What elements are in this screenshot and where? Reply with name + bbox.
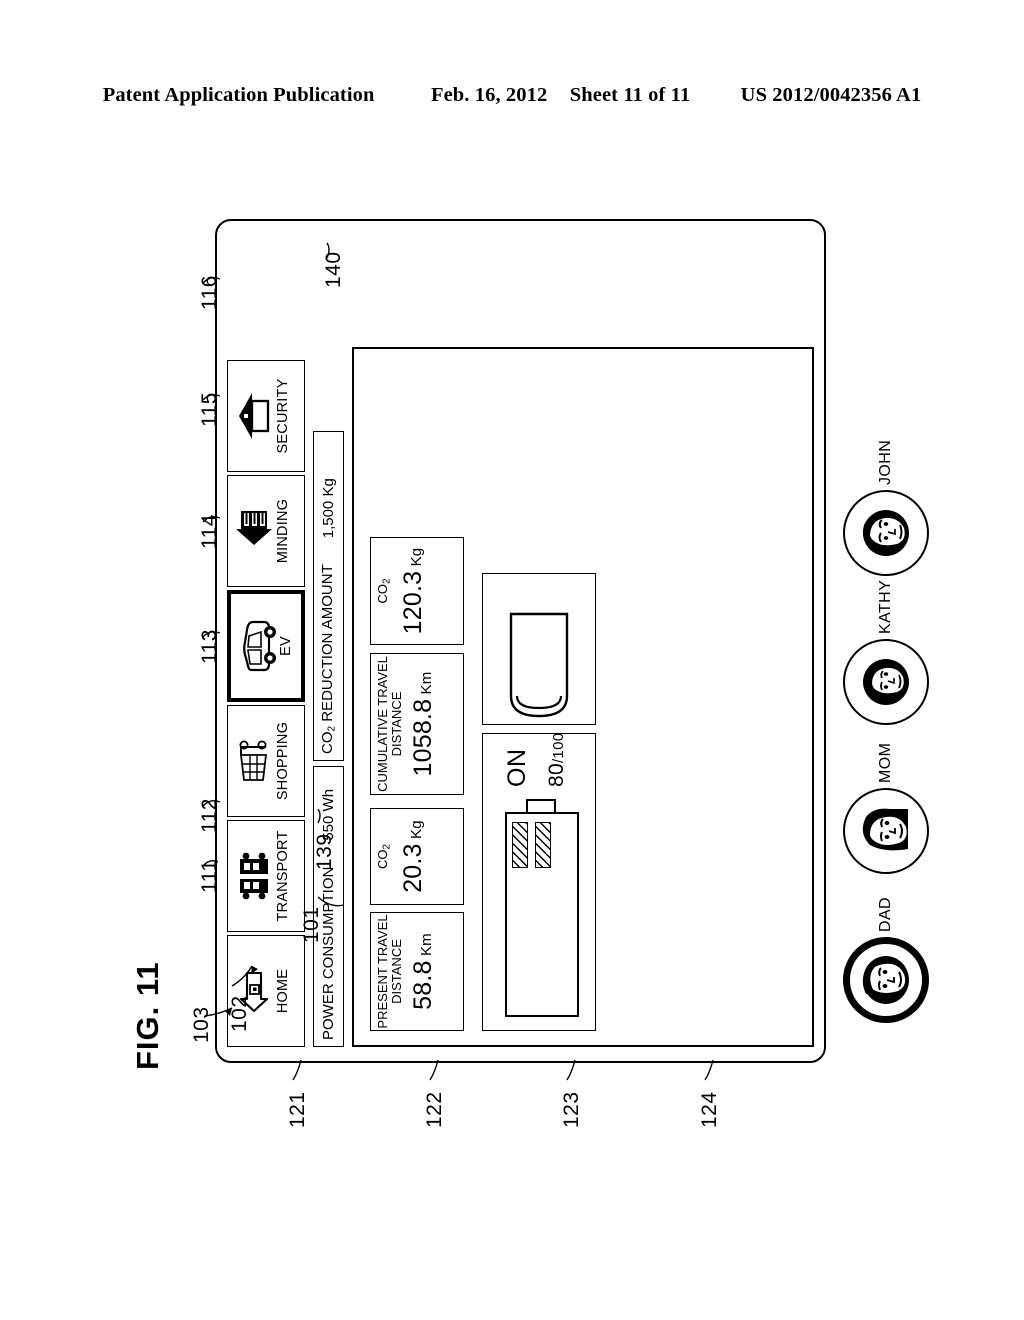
ref-115: 115	[198, 392, 221, 427]
present-travel-distance-box: PRESENT TRAVEL DISTANCE 58.8 Km	[370, 912, 464, 1031]
co2-reduction-label: CO2 REDUCTION AMOUNT	[319, 564, 338, 754]
ref-140: 140	[322, 251, 345, 288]
main-screen: PRESENT TRAVEL DISTANCE 58.8 Km CO2 20.3…	[352, 347, 814, 1047]
car-icon	[231, 594, 279, 698]
avatar[interactable]	[843, 788, 929, 874]
box-title: CO2	[375, 843, 393, 870]
cumulative-travel-distance-box: CUMULATIVE TRAVEL DISTANCE 1058.8 Km	[370, 653, 464, 795]
avatar-cell-kathy[interactable]: KATHY	[833, 576, 939, 725]
avatar[interactable]	[843, 490, 929, 576]
ref-111: 111	[198, 859, 221, 893]
box-title: CO2	[375, 578, 393, 604]
icon-label: TRANSPORT	[275, 830, 291, 922]
publication-type: Patent Application Publication	[102, 84, 375, 106]
ref-116: 116	[198, 275, 221, 310]
avatar[interactable]	[843, 937, 929, 1023]
avatar-label: KATHY	[877, 579, 894, 634]
avatar-cell-dad[interactable]: DAD	[833, 874, 939, 1023]
ref-113: 113	[198, 629, 221, 664]
icon-tile-transport[interactable]: TRANSPORT	[227, 820, 305, 932]
ref-103: 103	[190, 1006, 213, 1043]
icon-label: SHOPPING	[275, 721, 291, 801]
ref-102: 102	[228, 995, 251, 1032]
icon-label: MINDING	[275, 498, 291, 564]
publication-date: Feb. 16, 2012	[430, 84, 548, 106]
box-value: 120.3 Kg	[399, 547, 427, 635]
icon-tile-security[interactable]: SECURITY	[227, 360, 305, 472]
vehicle-outline-icon	[509, 612, 569, 718]
figure-label: FIG. 11	[130, 961, 165, 1070]
avatar-cell-mom[interactable]: MOM	[833, 725, 939, 874]
icon-tile-shopping[interactable]: SHOPPING	[227, 705, 305, 817]
icon-tile-minding[interactable]: MINDING	[227, 475, 305, 587]
co2-reduction-value: 1,500 Kg	[320, 478, 337, 539]
avatar-mom-icon	[862, 808, 908, 851]
avatar[interactable]	[843, 639, 929, 725]
minding-icon	[228, 476, 276, 586]
avatar-label: DAD	[877, 897, 894, 932]
icon-bar: HOME TRANSPORT SHOPPING EV MINDING SECUR…	[227, 229, 305, 1047]
ref-123: 123	[560, 1091, 583, 1128]
icon-label: HOME	[275, 968, 291, 1014]
icon-label: SECURITY	[275, 378, 291, 454]
co2-cumulative-box: CO2 120.3 Kg	[370, 537, 464, 645]
box-title: CUMULATIVE TRAVEL DISTANCE	[375, 656, 404, 792]
avatar-kathy-icon	[863, 659, 909, 705]
security-icon	[228, 361, 276, 471]
icon-tile-ev[interactable]: EV	[227, 590, 305, 702]
co2-reduction-strip: CO2 REDUCTION AMOUNT 1,500 Kg	[313, 431, 344, 761]
ref-114: 114	[198, 514, 221, 549]
ref-121: 121	[286, 1091, 309, 1128]
avatar-cell-john[interactable]: JOHN	[833, 427, 939, 576]
avatar-label: JOHN	[877, 439, 894, 485]
publication-number: US 2012/0042356 A1	[740, 84, 922, 106]
box-value: 58.8 Km	[409, 933, 438, 1010]
battery-terminal-icon	[526, 799, 556, 812]
user-avatar-row: DAD MOM KATHY JOHN	[831, 423, 941, 1023]
box-value: 20.3 Kg	[399, 820, 427, 893]
battery-charge-bar	[535, 822, 551, 868]
ref-122: 122	[423, 1091, 446, 1128]
battery-level: 80/100	[545, 732, 568, 787]
battery-state: ON	[503, 748, 531, 788]
bus-icon	[228, 821, 276, 931]
ref-101: 101	[300, 906, 323, 943]
power-consumption-label: POWER CONSUMPTION	[320, 866, 337, 1040]
ref-124: 124	[698, 1091, 721, 1128]
sheet-number: Sheet 11 of 11	[569, 84, 691, 106]
avatar-dad-icon	[862, 956, 909, 1004]
box-value: 1058.8 Km	[409, 671, 438, 777]
battery-panel: ON 80/100	[482, 733, 596, 1031]
publication-header: Patent Application Publication Feb. 16, …	[0, 84, 1024, 107]
ref-139: 139	[313, 833, 336, 870]
box-title: PRESENT TRAVEL DISTANCE	[375, 914, 404, 1029]
co2-present-box: CO2 20.3 Kg	[370, 808, 464, 905]
ref-112: 112	[198, 798, 221, 833]
avatar-label: MOM	[877, 742, 894, 783]
battery-charge-bar	[512, 822, 528, 868]
vehicle-panel	[482, 573, 596, 725]
cart-icon	[228, 706, 276, 816]
avatar-john-icon	[862, 510, 909, 556]
icon-label: EV	[278, 636, 294, 656]
